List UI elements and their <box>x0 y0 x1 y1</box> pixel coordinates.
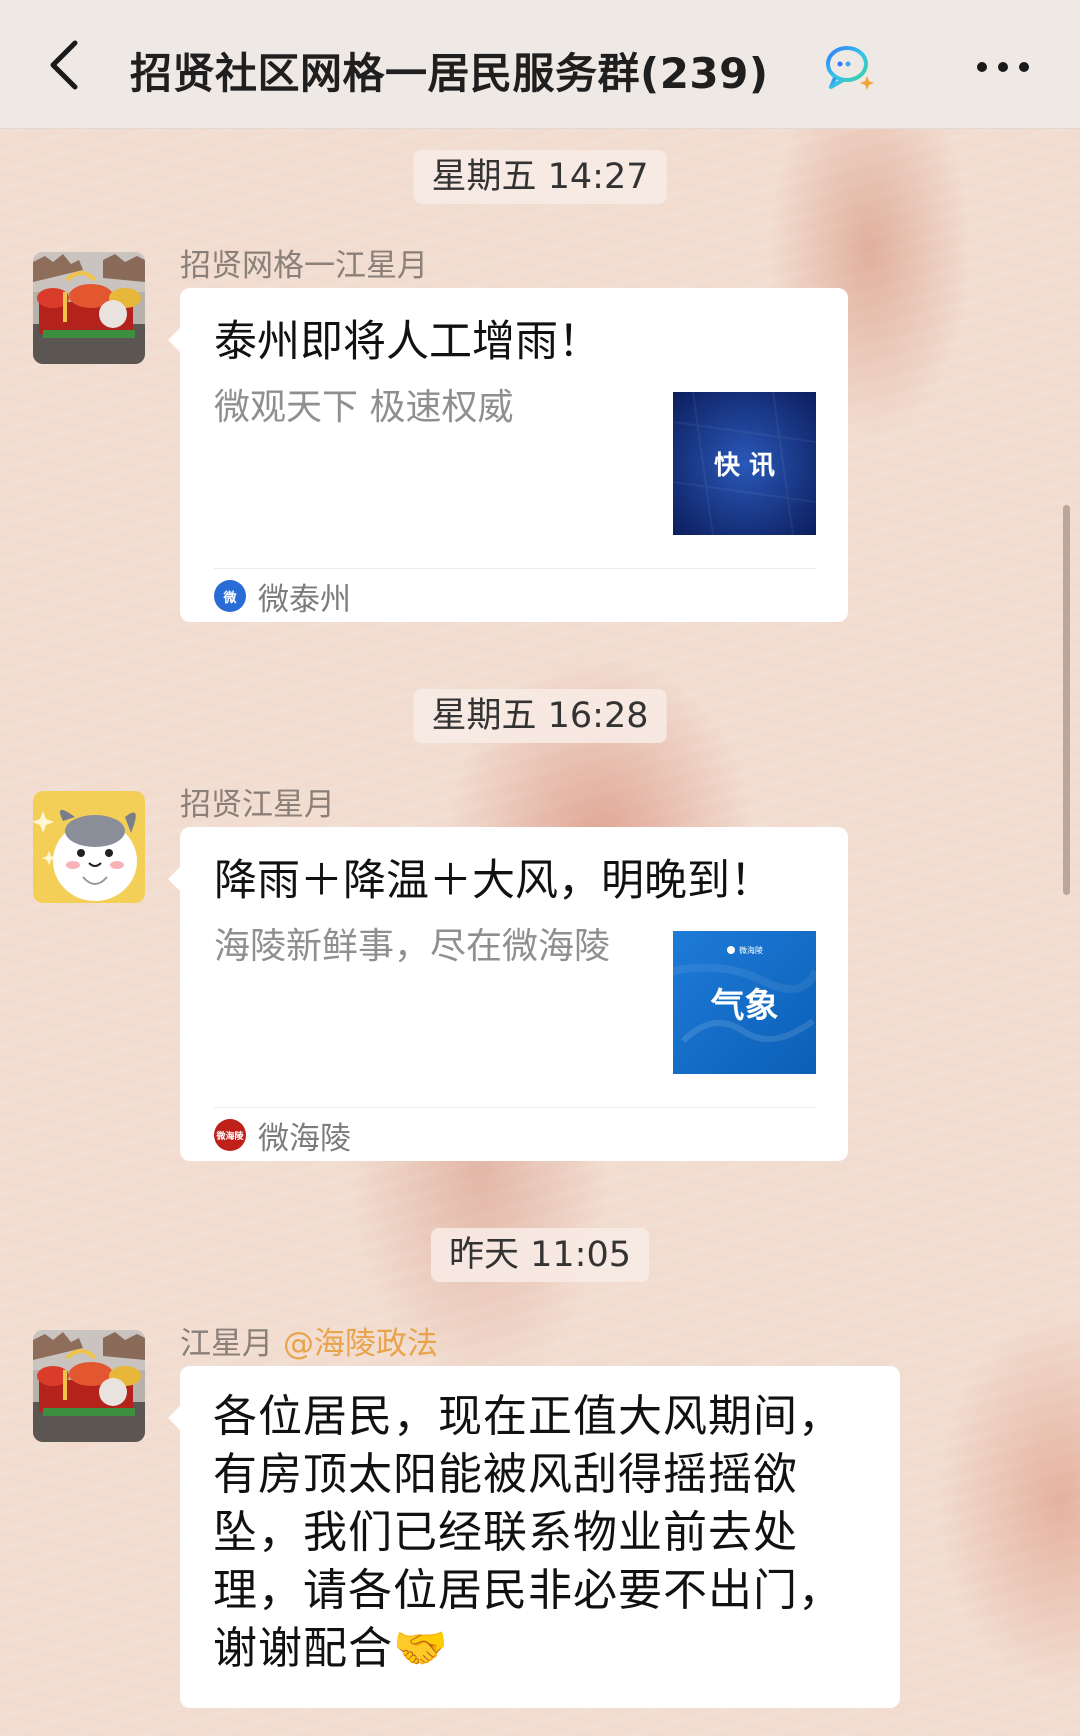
source-logo-icon: 微海陵 <box>214 1119 246 1151</box>
thumbnail-text: 气象 <box>710 986 779 1026</box>
card-divider <box>214 568 816 569</box>
sender-line: 江星月 @海陵政法 <box>180 1318 438 1363</box>
card-source-name: 微泰州 <box>258 581 351 618</box>
flower-float-photo-icon <box>33 252 145 364</box>
chevron-left-icon <box>50 40 78 90</box>
sender-name: 招贤网格一江星月 <box>180 248 428 284</box>
chat-title: 招贤社区网格一居民服务群(239) <box>130 49 769 98</box>
message-timestamp: 昨天 11:05 <box>431 1228 649 1282</box>
avatar[interactable] <box>33 791 145 903</box>
avatar[interactable] <box>33 1330 145 1442</box>
thumbnail-top-text: 微海陵 <box>739 945 763 955</box>
card-thumbnail: 快 讯 <box>672 391 817 536</box>
ai-assistant-icon[interactable] <box>823 40 877 94</box>
back-button[interactable] <box>30 30 100 100</box>
more-options-button[interactable] <box>968 42 1038 92</box>
card-title: 降雨＋降温＋大风，明晚到！ <box>214 856 773 906</box>
flower-float-photo-icon <box>33 1330 145 1442</box>
message-timestamp: 星期五 14:27 <box>413 150 667 204</box>
card-divider <box>214 1107 816 1108</box>
card-description: 海陵新鲜事，尽在微海陵 <box>214 926 611 967</box>
card-source: 微 微泰州 <box>214 576 351 618</box>
message-timestamp: 星期五 16:28 <box>413 689 667 743</box>
sender-name: 招贤江星月 <box>180 787 335 823</box>
card-source-name: 微海陵 <box>258 1120 351 1157</box>
card-title: 泰州即将人工增雨！ <box>214 317 601 367</box>
card-source: 微海陵 微海陵 <box>214 1115 351 1157</box>
more-dots-icon <box>977 62 1029 72</box>
text-message-bubble[interactable]: 各位居民，现在正值大风期间，有房顶太阳能被风刮得摇摇欲坠，我们已经联系物业前去处… <box>168 1366 900 1708</box>
thumbnail-text: 快 讯 <box>714 451 775 481</box>
message-text: 各位居民，现在正值大风期间，有房顶太阳能被风刮得摇摇欲坠，我们已经联系物业前去处… <box>213 1391 843 1674</box>
cartoon-character-icon <box>33 791 145 903</box>
avatar[interactable] <box>33 252 145 364</box>
card-description: 微观天下 极速权威 <box>214 387 514 428</box>
card-thumbnail: 微海陵 气象 <box>672 931 820 1074</box>
source-logo-icon: 微 <box>214 580 246 612</box>
sender-name: 江星月 <box>180 1326 273 1362</box>
link-card[interactable]: 泰州即将人工增雨！ 微观天下 极速权威 快 讯 微 微泰州 <box>168 288 848 622</box>
link-card[interactable]: 降雨＋降温＋大风，明晚到！ 海陵新鲜事，尽在微海陵 微海陵 气象 微海陵 微海陵 <box>168 827 848 1161</box>
scrollbar[interactable] <box>1063 505 1070 895</box>
chat-header: 招贤社区网格一居民服务群(239) <box>0 0 1080 129</box>
mention-tag[interactable]: @海陵政法 <box>283 1326 438 1362</box>
